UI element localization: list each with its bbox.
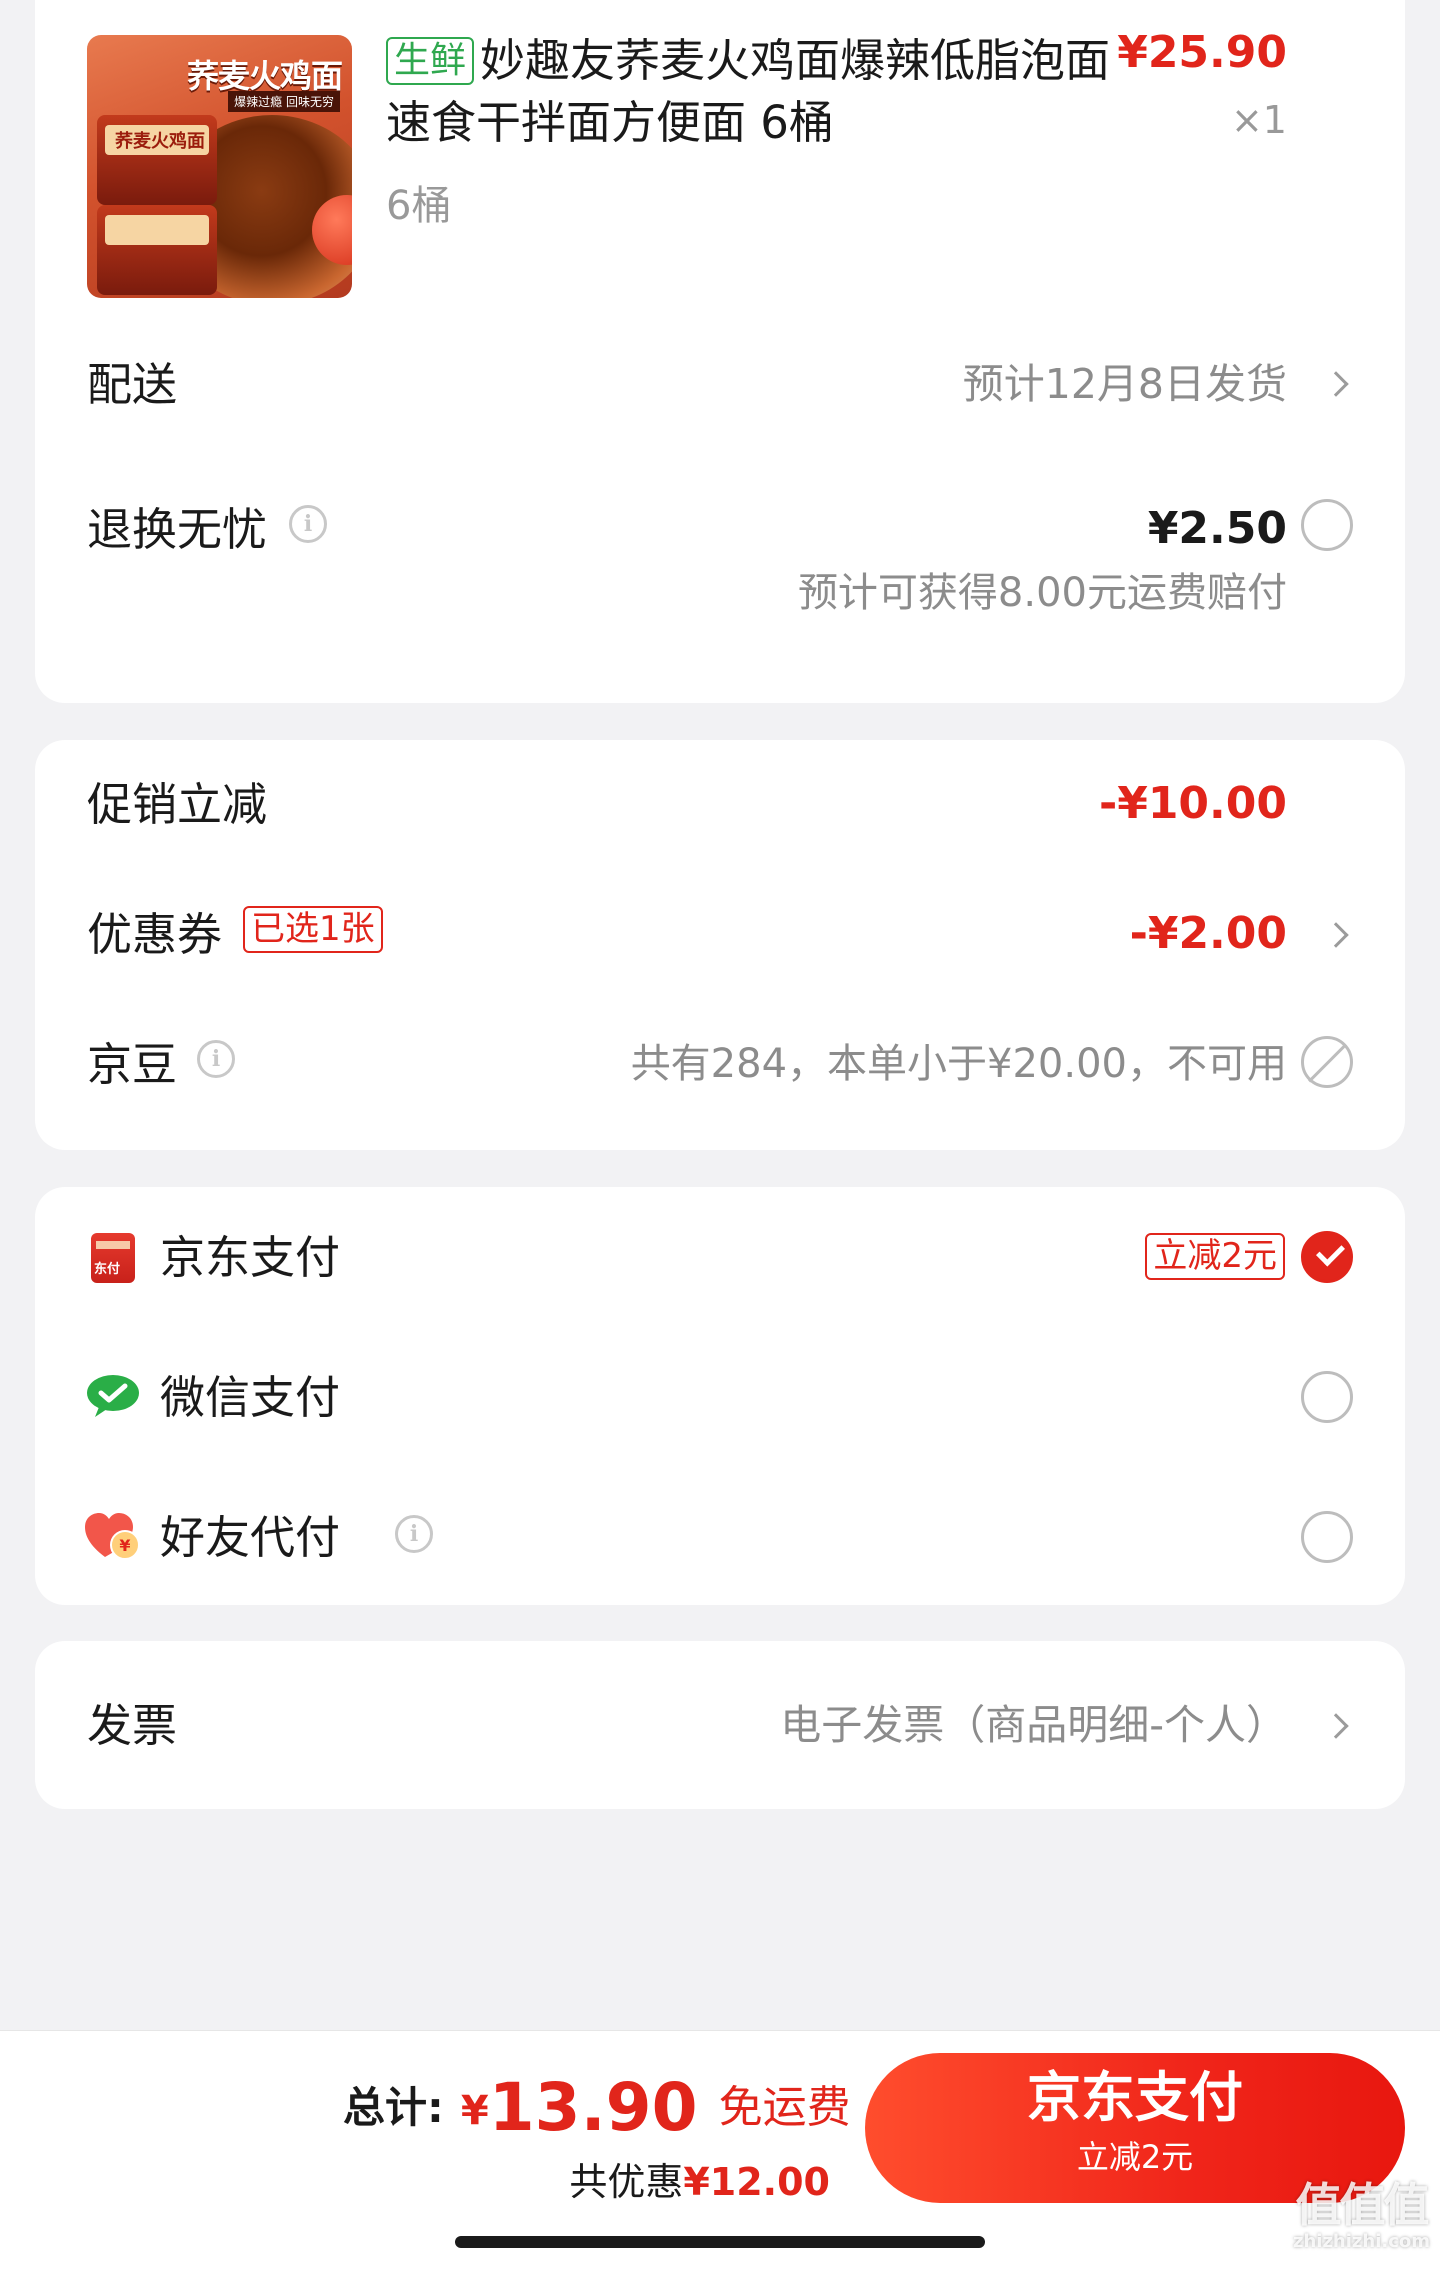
product-price: ¥25.90 [1117,27,1287,78]
home-indicator[interactable] [455,2236,985,2248]
payment-method-wechat[interactable]: 微信支付 [35,1347,1405,1447]
jingdou-label: 京豆 [87,1038,178,1091]
free-shipping: 免运费 [718,2082,851,2133]
jingdou-disabled-radio [1301,1036,1353,1088]
invoice-value: 电子发票（商品明细-个人） [780,1701,1287,1749]
return-insurance-row[interactable]: 退换无忧 i ¥2.50 预计可获得8.00元运费赔付 [35,485,1405,635]
info-icon[interactable]: i [289,505,327,543]
product-spec: 6桶 [386,183,452,229]
checkout-bar: 总计: ¥13.90 免运费 共优惠¥12.00 京东支付 立减2元 [0,2030,1440,2270]
payment-card: 东付 京东支付 立减2元 微信支付 ¥ 好友代付 i [35,1187,1405,1605]
product-image[interactable]: 荞麦火鸡面 荞麦火鸡面 爆辣过瘾 回味无穷 [87,35,352,298]
saved-label: 共优惠 [569,2160,684,2204]
product-title[interactable]: 生鲜 妙趣友荞麦火鸡面爆辣低脂泡面速食干拌面方便面 6桶 [386,30,1146,154]
wechat-icon [87,1375,139,1417]
return-insurance-radio[interactable] [1301,499,1353,551]
delivery-label: 配送 [87,358,178,411]
jingdou-row: 京豆 i 共有284，本单小于¥20.00，不可用 [35,1030,1405,1100]
saved-summary: 共优惠¥12.00 [569,2151,830,2206]
product-image-slogan: 爆辣过瘾 回味无穷 [228,91,340,112]
payment-method-label: 好友代付 [160,1511,341,1564]
total-summary: 总计: ¥13.90 免运费 [343,2069,851,2146]
payment-radio[interactable] [1301,1511,1353,1563]
fresh-tag: 生鲜 [386,37,475,85]
product-quantity: ×1 [1230,98,1287,142]
discounts-card: 促销立减 -¥10.00 优惠券 已选1张 -¥2.00 京豆 i 共有284，… [35,740,1405,1150]
currency-symbol: ¥ [460,2088,489,2134]
saved-value: ¥12.00 [683,2160,830,2204]
discount-badge: 立减2元 [1145,1233,1285,1281]
total-label: 总计: [343,2083,444,2132]
chevron-right-icon [1323,371,1349,397]
delivery-value: 预计12月8日发货 [962,360,1287,408]
return-insurance-note: 预计可获得8.00元运费赔付 [797,570,1287,616]
coupon-row[interactable]: 优惠券 已选1张 -¥2.00 [35,900,1405,970]
payment-radio[interactable] [1301,1371,1353,1423]
promo-row: 促销立减 -¥10.00 [35,770,1405,840]
info-icon[interactable]: i [395,1515,433,1553]
payment-method-label: 微信支付 [160,1371,341,1424]
product-title-text: 妙趣友荞麦火鸡面爆辣低脂泡面速食干拌面方便面 6桶 [386,34,1111,149]
delivery-row[interactable]: 配送 预计12月8日发货 [35,340,1405,430]
payment-radio-selected[interactable] [1301,1231,1353,1283]
total-value: 13.90 [488,2069,698,2146]
watermark-url: zhizhizhi.com [1292,2231,1430,2252]
return-insurance-price: ¥2.50 [1147,503,1287,554]
watermark-title: 值值值 [1295,2178,1429,2232]
promo-value: -¥10.00 [1098,778,1287,829]
pay-button-label: 京东支付 [1027,2066,1243,2129]
svg-text:¥: ¥ [119,1536,130,1555]
invoice-card[interactable]: 发票 电子发票（商品明细-个人） [35,1641,1405,1809]
watermark: 值值值 zhizhizhi.com [1293,2169,1430,2252]
payment-method-label: 京东支付 [160,1231,341,1284]
product-card: 荞麦火鸡面 荞麦火鸡面 爆辣过瘾 回味无穷 生鲜 妙趣友荞麦火鸡面爆辣低脂泡面速食… [35,0,1405,703]
return-insurance-label: 退换无忧 [87,503,268,556]
chevron-right-icon [1323,1713,1349,1739]
invoice-label: 发票 [87,1699,178,1752]
payment-method-friend[interactable]: ¥ 好友代付 i [35,1487,1405,1587]
payment-method-jd[interactable]: 东付 京东支付 立减2元 [35,1207,1405,1307]
info-icon[interactable]: i [197,1040,235,1078]
promo-label: 促销立减 [87,778,268,831]
coupon-label: 优惠券 [87,908,223,961]
coupon-selected-badge: 已选1张 [243,906,383,954]
friend-pay-icon: ¥ [85,1513,140,1560]
product-image-cup-label: 荞麦火鸡面 [115,131,205,152]
coupon-value: -¥2.00 [1129,908,1287,959]
jingdou-value: 共有284，本单小于¥20.00，不可用 [630,1041,1287,1087]
chevron-right-icon [1323,922,1349,948]
jd-pay-icon: 东付 [91,1233,135,1283]
